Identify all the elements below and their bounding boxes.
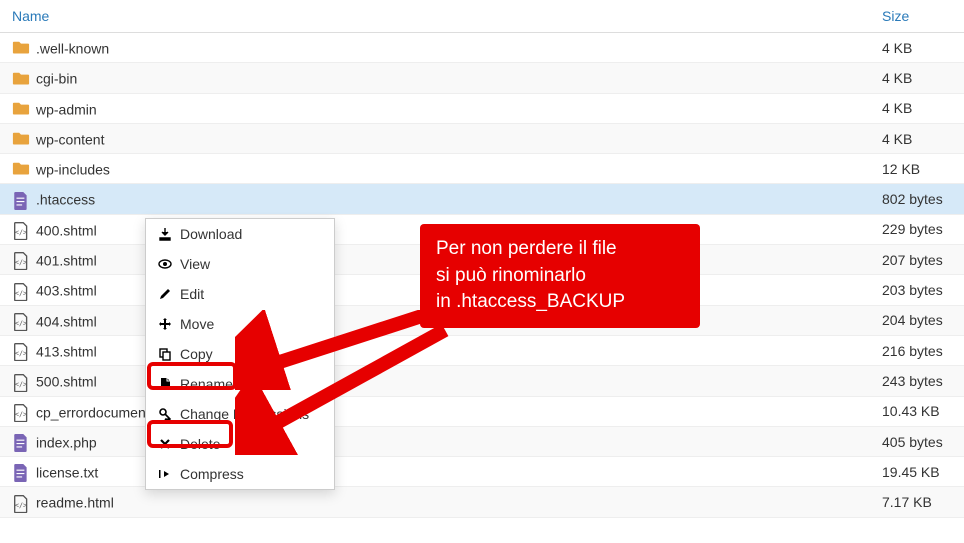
- svg-text:</>: </>: [15, 289, 27, 297]
- table-row[interactable]: .htaccess 802 bytes: [0, 184, 964, 214]
- table-row[interactable]: .well-known 4 KB: [0, 33, 964, 63]
- file-size: 19.45 KB: [870, 457, 964, 487]
- file-name: 400.shtml: [36, 222, 97, 238]
- file-size: 207 bytes: [870, 245, 964, 275]
- menu-item-download[interactable]: Download: [146, 219, 334, 249]
- delete-icon: [158, 437, 172, 451]
- permissions-icon: [158, 407, 172, 421]
- file-icon: </>: [12, 222, 30, 238]
- callout-line: si può rinominarlo: [436, 263, 684, 290]
- file-name: 401.shtml: [36, 252, 97, 268]
- svg-text:</>: </>: [15, 380, 27, 388]
- file-name: 413.shtml: [36, 343, 97, 359]
- menu-label: Move: [180, 316, 214, 332]
- file-icon: </>: [12, 343, 30, 359]
- file-name: cgi-bin: [36, 71, 77, 87]
- menu-label: Delete: [180, 436, 220, 452]
- file-size: 405 bytes: [870, 426, 964, 456]
- svg-text:</>: </>: [15, 501, 27, 509]
- menu-item-rename[interactable]: Rename: [146, 369, 334, 399]
- file-size: 12 KB: [870, 154, 964, 184]
- file-name: wp-content: [36, 131, 104, 147]
- file-size: 10.43 KB: [870, 396, 964, 426]
- file-size: 802 bytes: [870, 184, 964, 214]
- file-name: 403.shtml: [36, 283, 97, 299]
- menu-label: Copy: [180, 346, 213, 362]
- menu-label: Change Permissions: [180, 406, 309, 422]
- file-size: 229 bytes: [870, 214, 964, 244]
- rename-icon: [158, 377, 172, 391]
- file-icon: </>: [12, 495, 30, 511]
- compress-icon: [158, 467, 172, 481]
- column-name[interactable]: Name: [0, 0, 870, 33]
- file-size: 4 KB: [870, 123, 964, 153]
- menu-item-move[interactable]: Move: [146, 309, 334, 339]
- folder-icon: [12, 131, 30, 147]
- folder-icon: [12, 101, 30, 117]
- table-header: Name Size: [0, 0, 964, 33]
- menu-item-delete[interactable]: Delete: [146, 429, 334, 459]
- table-row[interactable]: cgi-bin 4 KB: [0, 63, 964, 93]
- file-size: 203 bytes: [870, 275, 964, 305]
- file-name: index.php: [36, 434, 97, 450]
- file-name: wp-admin: [36, 101, 97, 117]
- file-name: readme.html: [36, 495, 114, 511]
- file-size: 7.17 KB: [870, 487, 964, 517]
- menu-label: Download: [180, 226, 242, 242]
- menu-item-copy[interactable]: Copy: [146, 339, 334, 369]
- file-icon: </>: [12, 283, 30, 299]
- move-icon: [158, 317, 172, 331]
- menu-item-view[interactable]: View: [146, 249, 334, 279]
- menu-item-permissions[interactable]: Change Permissions: [146, 399, 334, 429]
- svg-text:</>: </>: [15, 410, 27, 418]
- table-row[interactable]: </> readme.html 7.17 KB: [0, 487, 964, 517]
- file-name: 500.shtml: [36, 374, 97, 390]
- folder-icon: [12, 71, 30, 87]
- file-name: wp-includes: [36, 161, 110, 177]
- callout-line: Per non perdere il file: [436, 236, 684, 263]
- context-menu: Download View Edit Move Copy Rename Change Per…: [145, 218, 335, 490]
- file-name: .htaccess: [36, 192, 95, 208]
- svg-text:</>: </>: [15, 228, 27, 236]
- file-size: 216 bytes: [870, 335, 964, 365]
- file-size: 4 KB: [870, 63, 964, 93]
- download-icon: [158, 227, 172, 241]
- menu-label: Compress: [180, 466, 244, 482]
- folder-icon: [12, 161, 30, 177]
- folder-icon: [12, 40, 30, 56]
- file-name: license.txt: [36, 464, 98, 480]
- menu-label: Rename: [180, 376, 233, 392]
- file-size: 4 KB: [870, 93, 964, 123]
- table-row[interactable]: wp-admin 4 KB: [0, 93, 964, 123]
- file-icon: </>: [12, 252, 30, 268]
- view-icon: [158, 257, 172, 271]
- annotation-callout: Per non perdere il file si può rinominar…: [420, 224, 700, 328]
- file-icon: </>: [12, 313, 30, 329]
- file-name: 404.shtml: [36, 313, 97, 329]
- file-name: .well-known: [36, 40, 109, 56]
- file-icon: [12, 434, 30, 450]
- edit-icon: [158, 287, 172, 301]
- menu-item-compress[interactable]: Compress: [146, 459, 334, 489]
- svg-text:</>: </>: [15, 350, 27, 358]
- file-icon: [12, 464, 30, 480]
- file-size: 4 KB: [870, 33, 964, 63]
- callout-line: in .htaccess_BACKUP: [436, 289, 684, 316]
- table-row[interactable]: wp-includes 12 KB: [0, 154, 964, 184]
- file-size: 243 bytes: [870, 366, 964, 396]
- file-size: 204 bytes: [870, 305, 964, 335]
- column-size[interactable]: Size: [870, 0, 964, 33]
- copy-icon: [158, 347, 172, 361]
- svg-text:</>: </>: [15, 319, 27, 327]
- menu-item-edit[interactable]: Edit: [146, 279, 334, 309]
- svg-text:</>: </>: [15, 259, 27, 267]
- menu-label: Edit: [180, 286, 204, 302]
- file-icon: [12, 192, 30, 208]
- table-row[interactable]: wp-content 4 KB: [0, 123, 964, 153]
- file-icon: </>: [12, 374, 30, 390]
- file-icon: </>: [12, 404, 30, 420]
- menu-label: View: [180, 256, 210, 272]
